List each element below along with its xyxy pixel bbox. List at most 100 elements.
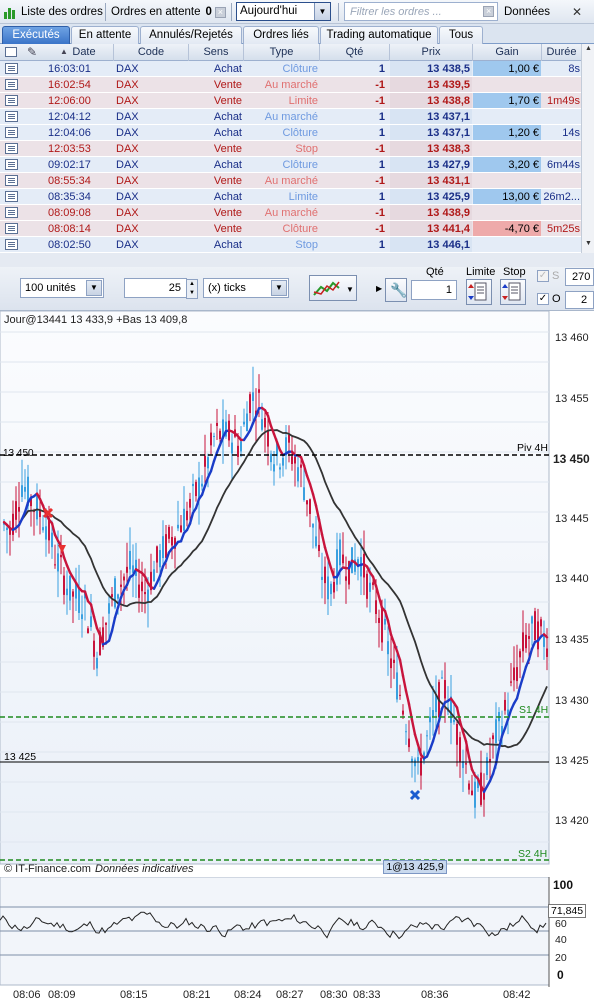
tab-pending[interactable]: En attente: [71, 26, 139, 44]
order-detail-icon[interactable]: [5, 79, 18, 90]
clear-icon[interactable]: ×: [483, 6, 494, 17]
cell-type: Limite: [288, 95, 318, 107]
order-detail-icon[interactable]: [5, 111, 18, 122]
order-status-tabs: Exécutés En attente Annulés/Rejetés Ordr…: [0, 24, 594, 44]
cell-type: Limite: [288, 191, 318, 203]
table-row[interactable]: 08:55:34 DAX Vente Au marché -1 13 431,1: [0, 173, 581, 189]
chevron-down-icon[interactable]: ▼: [86, 280, 102, 296]
table-row[interactable]: 16:02:54 DAX Vente Au marché -1 13 439,5: [0, 77, 581, 93]
cell-type: Au marché: [264, 111, 318, 123]
cell-price: 13 431,1: [427, 175, 470, 187]
table-row[interactable]: 12:03:53 DAX Vente Stop -1 13 438,3: [0, 141, 581, 157]
table-row[interactable]: 08:35:34 DAX Achat Limite 1 13 425,9 13,00 € 26…: [0, 189, 581, 205]
s-checkbox[interactable]: ✓: [537, 270, 549, 282]
x-tick: 08:30: [320, 989, 348, 1001]
o-label: O: [552, 293, 561, 305]
o-checkbox[interactable]: ✓: [537, 293, 549, 305]
order-detail-icon[interactable]: [5, 239, 18, 250]
order-detail-icon[interactable]: [5, 143, 18, 154]
panel-divider[interactable]: [0, 253, 594, 267]
pending-count: 0: [205, 6, 212, 18]
cell-type: Clôture: [282, 223, 318, 235]
pending-orders-label: Ordres en attente: [111, 6, 201, 18]
order-detail-icon[interactable]: [5, 127, 18, 138]
list-icon[interactable]: [5, 47, 17, 57]
table-row[interactable]: 16:03:01 DAX Achat Clôture 1 13 438,5 1,00 € 8s: [0, 61, 581, 77]
s-input[interactable]: 270: [565, 268, 594, 286]
wrench-button[interactable]: 🔧: [385, 278, 407, 302]
header-date[interactable]: Date: [68, 46, 100, 58]
tab-auto-trading[interactable]: Trading automatique: [320, 26, 438, 44]
table-row[interactable]: 12:04:06 DAX Achat Clôture 1 13 437,1 1,20 € 14…: [0, 125, 581, 141]
period-select[interactable]: Aujourd'hui ▼: [236, 2, 331, 21]
table-row[interactable]: 12:04:12 DAX Achat Au marché 1 13 437,1: [0, 109, 581, 125]
table-row[interactable]: 09:02:17 DAX Achat Clôture 1 13 427,9 3,20 € 6m…: [0, 157, 581, 173]
s2-label: S2 4H: [518, 848, 548, 860]
header-price[interactable]: Prix: [390, 46, 472, 58]
cell-price: 13 437,1: [427, 111, 470, 123]
header-qty[interactable]: Qté: [320, 46, 389, 58]
order-detail-icon[interactable]: [5, 159, 18, 170]
order-detail-icon[interactable]: [5, 63, 18, 74]
y-tick: 13 430: [555, 695, 589, 707]
header-duration[interactable]: Durée: [542, 46, 581, 58]
table-row[interactable]: 08:08:14 DAX Vente Clôture -1 13 441,4 -4,70 €…: [0, 221, 581, 237]
osc-tick: 20: [555, 952, 567, 964]
y-tick-pivot: 13 450: [553, 452, 590, 466]
osc-value: 71,845: [548, 904, 587, 918]
table-row[interactable]: 08:09:08 DAX Vente Au marché -1 13 438,9: [0, 205, 581, 221]
tab-cancelled[interactable]: Annulés/Rejetés: [140, 26, 242, 44]
window-close-button[interactable]: ✕: [572, 4, 582, 20]
oscillator-panel[interactable]: [0, 877, 594, 987]
cell-dur: 5m25s: [546, 223, 580, 235]
qty-input[interactable]: 1: [411, 280, 457, 300]
chevron-down-icon[interactable]: ▼: [314, 3, 330, 20]
stepper-icon[interactable]: ▲ ▼: [186, 279, 198, 299]
collapse-arrow-icon[interactable]: ▶: [376, 284, 382, 293]
cell-code: DAX: [116, 223, 139, 235]
limit-order-button[interactable]: [466, 279, 492, 305]
cell-price: 13 438,3: [427, 143, 470, 155]
tab-linked-orders[interactable]: Ordres liés: [243, 26, 319, 44]
orders-list-tab[interactable]: Liste des ordres: [3, 4, 103, 20]
filter-orders-input[interactable]: Filtrer les ordres ... ×: [344, 2, 498, 21]
tab-executed[interactable]: Exécutés: [2, 26, 70, 44]
o-input[interactable]: 2: [565, 291, 594, 309]
s-label: S: [552, 270, 560, 282]
units-select[interactable]: 100 unités ▼: [20, 278, 104, 298]
order-detail-icon[interactable]: [5, 175, 18, 186]
cell-price: 13 441,4: [427, 223, 470, 235]
table-row[interactable]: 12:06:00 DAX Vente Limite -1 13 438,8 1,70 € 1m…: [0, 93, 581, 109]
chart-toolbar: 100 unités ▼ 25 ▲ ▼ (x) ticks ▼ ▼ ▶ 🔧 Qté…: [0, 266, 594, 311]
divider: [231, 3, 232, 21]
cell-type: Clôture: [282, 63, 318, 75]
data-menu[interactable]: Données: [504, 4, 550, 20]
order-detail-icon[interactable]: [5, 191, 18, 202]
scroll-down-icon[interactable]: ▼: [583, 240, 594, 251]
tab-all[interactable]: Tous: [439, 26, 483, 44]
price-chart[interactable]: [0, 311, 594, 877]
chart-type-button[interactable]: ▼: [309, 275, 357, 301]
order-detail-icon[interactable]: [5, 223, 18, 234]
pending-orders-tab[interactable]: Ordres en attente 0 ×: [111, 4, 226, 20]
header-type[interactable]: Type: [244, 46, 319, 58]
header-gain[interactable]: Gain: [473, 46, 541, 58]
cell-code: DAX: [116, 207, 139, 219]
ticks-unit-select[interactable]: (x) ticks ▼: [203, 278, 289, 298]
header-code[interactable]: Code: [114, 46, 188, 58]
cell-dur: 6m44s: [546, 159, 580, 171]
stop-order-button[interactable]: [500, 279, 526, 305]
order-detail-icon[interactable]: [5, 95, 18, 106]
table-scrollbar[interactable]: ▲ ▼: [581, 44, 594, 253]
scroll-up-icon[interactable]: ▲: [583, 45, 594, 56]
chevron-down-icon[interactable]: ▼: [271, 280, 287, 296]
order-detail-icon[interactable]: [5, 207, 18, 218]
header-sens[interactable]: Sens: [189, 46, 243, 58]
table-row[interactable]: 08:02:50 DAX Achat Stop 1 13 446,1: [0, 237, 581, 253]
wrench-icon[interactable]: ✎: [27, 45, 37, 59]
cell-price: 13 425,9: [427, 191, 470, 203]
cell-type: Au marché: [264, 207, 318, 219]
cell-qty: -1: [375, 175, 385, 187]
close-icon[interactable]: ×: [214, 6, 226, 18]
ticks-input[interactable]: 25 ▲ ▼: [124, 278, 198, 299]
